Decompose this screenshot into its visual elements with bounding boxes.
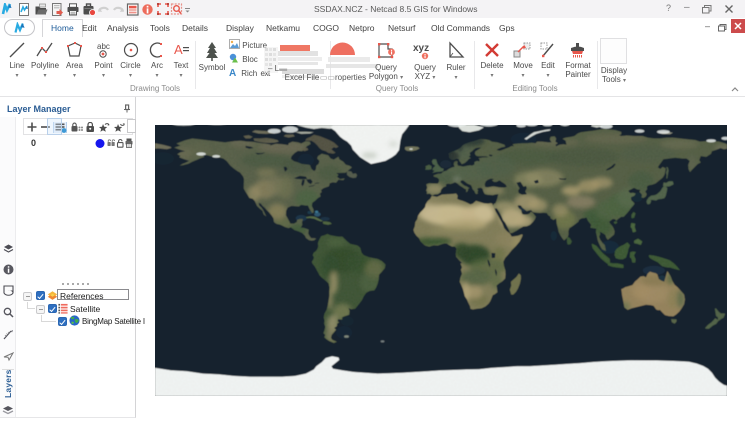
- svg-text:A: A: [229, 68, 236, 77]
- svg-text:A: A: [174, 42, 183, 57]
- svg-text:abc: abc: [97, 42, 110, 51]
- svg-text:xyz: xyz: [413, 43, 429, 54]
